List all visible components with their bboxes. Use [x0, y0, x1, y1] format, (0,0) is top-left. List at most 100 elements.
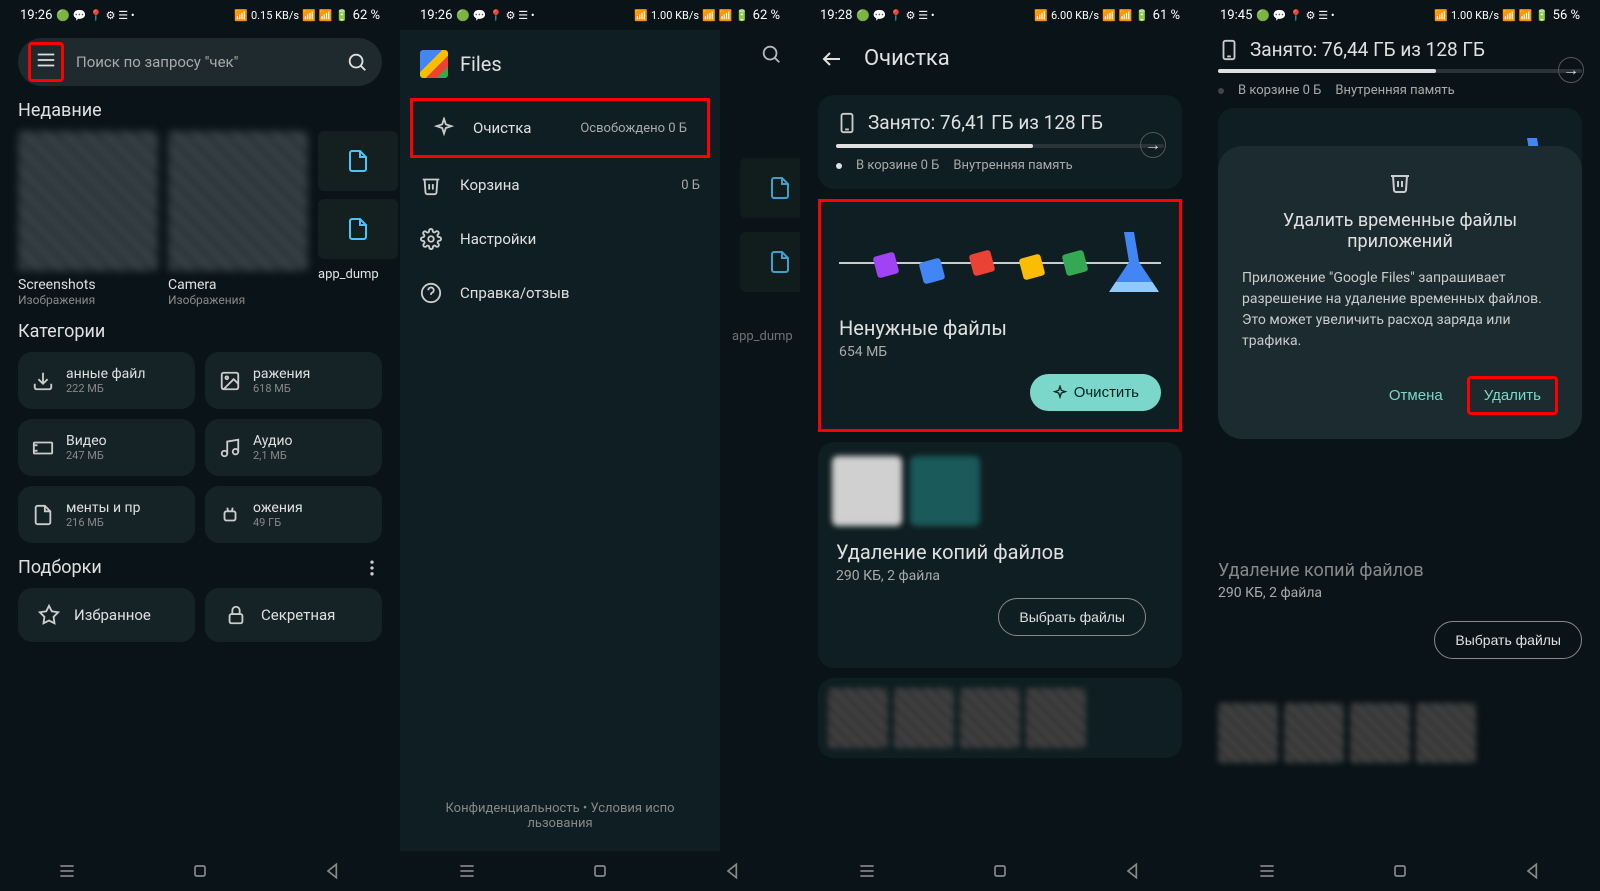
battery: 62 %	[353, 8, 380, 23]
nav-back-icon[interactable]	[1523, 861, 1543, 881]
nav-back-icon[interactable]	[323, 861, 343, 881]
screen-drawer: 19:26 🟢 💬 📍 ⚙ ☰ • 📶 1.00 KB/s 📶 📶 🔋 62 %…	[400, 0, 800, 891]
trash-icon	[420, 174, 442, 196]
sparkle-icon	[1052, 385, 1068, 401]
thumbnail	[1026, 688, 1086, 748]
category-tile[interactable]: Аудио2,1 МБ	[205, 419, 382, 476]
cancel-button[interactable]: Отмена	[1373, 376, 1459, 415]
thumbnail	[1218, 703, 1278, 763]
statusbar: 19:26 🟢 💬 📍 ⚙ ☰ • 📶 1.00 KB/s 📶 📶 🔋 62 %	[400, 0, 800, 30]
download-icon	[32, 370, 54, 392]
recent-item[interactable]: Screenshots Изображения	[18, 131, 158, 307]
menu-icon[interactable]	[35, 49, 57, 71]
collection-favorites[interactable]: Избранное	[18, 588, 195, 642]
page-title: Очистка	[864, 46, 950, 71]
category-tile[interactable]: ражения618 МБ	[205, 352, 382, 409]
arrow-right-icon[interactable]: →	[1140, 132, 1166, 158]
screen-dialog: 19:45 🟢 💬 📍 ⚙ ☰ • 📶 1.00 KB/s 📶 📶 🔋 56 %…	[1200, 0, 1600, 891]
statusbar: 19:45 🟢 💬 📍 ⚙ ☰ • 📶 1.00 KB/s 📶 📶 🔋 56 %	[1200, 0, 1600, 30]
recent-item[interactable]: app_dump	[318, 131, 398, 307]
category-tile[interactable]: анные файл222 МБ	[18, 352, 195, 409]
more-icon[interactable]	[362, 558, 382, 578]
statusbar: 19:26 🟢 💬 📍 ⚙ ☰ • 📶 0.15 KB/s 📶 📶 🔋 62 %	[0, 0, 400, 30]
category-tile[interactable]: ожения49 ГБ	[205, 486, 382, 543]
search-input[interactable]: Поиск по запросу "чек"	[76, 53, 334, 71]
back-icon[interactable]	[820, 47, 844, 71]
recent-title: Недавние	[18, 100, 382, 121]
clean-button[interactable]: Очистить	[1030, 374, 1161, 411]
junk-files-card-highlight: Ненужные файлы 654 МБ Очистить	[818, 199, 1182, 432]
thumbnail	[910, 456, 980, 526]
thumbnail	[1416, 703, 1476, 763]
phone-icon	[836, 112, 858, 134]
drawer-item-settings[interactable]: Настройки	[400, 212, 720, 266]
screen-clean: 19:28 🟢 💬 📍 ⚙ ☰ • 📶 6.00 KB/s 📶 📶 🔋 61 %…	[800, 0, 1200, 891]
nav-home-icon[interactable]	[590, 861, 610, 881]
thumbnail	[1284, 703, 1344, 763]
nav-home-icon[interactable]	[190, 861, 210, 881]
storage-progress: →	[836, 144, 1164, 148]
delete-button-highlight[interactable]: Удалить	[1467, 376, 1558, 415]
menu-button-highlight	[28, 42, 64, 82]
document-icon	[768, 176, 792, 200]
thumbnail	[832, 456, 902, 526]
dup-title: Удаление копий файлов	[836, 540, 1164, 564]
help-icon	[420, 282, 442, 304]
searchbar: Поиск по запросу "чек"	[18, 38, 382, 86]
dialog-title: Удалить временные файлы приложений	[1242, 210, 1558, 252]
nav-home-icon[interactable]	[1390, 861, 1410, 881]
audio-icon	[219, 437, 241, 459]
collection-secret[interactable]: Секретная	[205, 588, 382, 642]
search-icon[interactable]	[346, 51, 368, 73]
image-icon	[219, 370, 241, 392]
navbar	[400, 851, 800, 891]
document-icon	[32, 504, 54, 526]
trash-icon	[1388, 170, 1412, 194]
thumbnail	[894, 688, 954, 748]
navbar	[0, 851, 400, 891]
statusbar: 19:28 🟢 💬 📍 ⚙ ☰ • 📶 6.00 KB/s 📶 📶 🔋 61 %	[800, 0, 1200, 30]
drawer-item-help[interactable]: Справка/отзыв	[400, 266, 720, 320]
confirm-dialog: Удалить временные файлы приложений Прило…	[1218, 146, 1582, 439]
search-icon	[760, 43, 782, 65]
select-files-button[interactable]: Выбрать файлы	[1434, 621, 1582, 659]
category-tile[interactable]: менты и пр216 МБ	[18, 486, 195, 543]
category-tile[interactable]: Видео247 МБ	[18, 419, 195, 476]
thumbnail	[828, 688, 888, 748]
clean-illustration	[821, 202, 1179, 302]
navbar	[1200, 851, 1600, 891]
nav-recent-icon[interactable]	[57, 861, 77, 881]
thumbnail	[1350, 703, 1410, 763]
dialog-body: Приложение "Google Files" запрашивает ра…	[1242, 268, 1558, 352]
duplicates-card: Удаление копий файлов 290 КБ, 2 файла Вы…	[818, 442, 1182, 668]
nav-back-icon[interactable]	[1123, 861, 1143, 881]
collections-title: Подборки	[18, 557, 102, 578]
document-icon	[346, 217, 370, 241]
arrow-right-icon: →	[1558, 57, 1584, 83]
nav-recent-icon[interactable]	[1257, 861, 1277, 881]
storage-card[interactable]: Занято: 76,41 ГБ из 128 ГБ → В корзине 0…	[818, 95, 1182, 189]
lock-icon	[225, 604, 247, 626]
select-files-button[interactable]: Выбрать файлы	[998, 598, 1146, 636]
nav-back-icon[interactable]	[723, 861, 743, 881]
nav-home-icon[interactable]	[990, 861, 1010, 881]
nav-recent-icon[interactable]	[457, 861, 477, 881]
recent-item[interactable]: Camera Изображения	[168, 131, 308, 307]
categories-title: Категории	[18, 321, 382, 342]
junk-title: Ненужные файлы	[839, 316, 1161, 340]
android-icon	[219, 504, 241, 526]
drawer-header: Files	[400, 30, 720, 98]
phone-icon	[1218, 39, 1240, 61]
screen-home: 19:26 🟢 💬 📍 ⚙ ☰ • 📶 0.15 KB/s 📶 📶 🔋 62 %…	[0, 0, 400, 891]
dup-meta: 290 КБ, 2 файла	[836, 568, 1164, 584]
document-icon	[346, 149, 370, 173]
nav-recent-icon[interactable]	[857, 861, 877, 881]
star-icon	[38, 604, 60, 626]
video-icon	[32, 437, 54, 459]
drawer-footer[interactable]: Конфиденциальность • Условия испо льзова…	[400, 781, 720, 851]
drawer-item-clean-highlight[interactable]: Очистка Освобождено 0 Б	[410, 98, 710, 158]
drawer-item-trash[interactable]: Корзина 0 Б	[400, 158, 720, 212]
junk-size: 654 МБ	[839, 344, 1161, 360]
navbar	[800, 851, 1200, 891]
gear-icon	[420, 228, 442, 250]
